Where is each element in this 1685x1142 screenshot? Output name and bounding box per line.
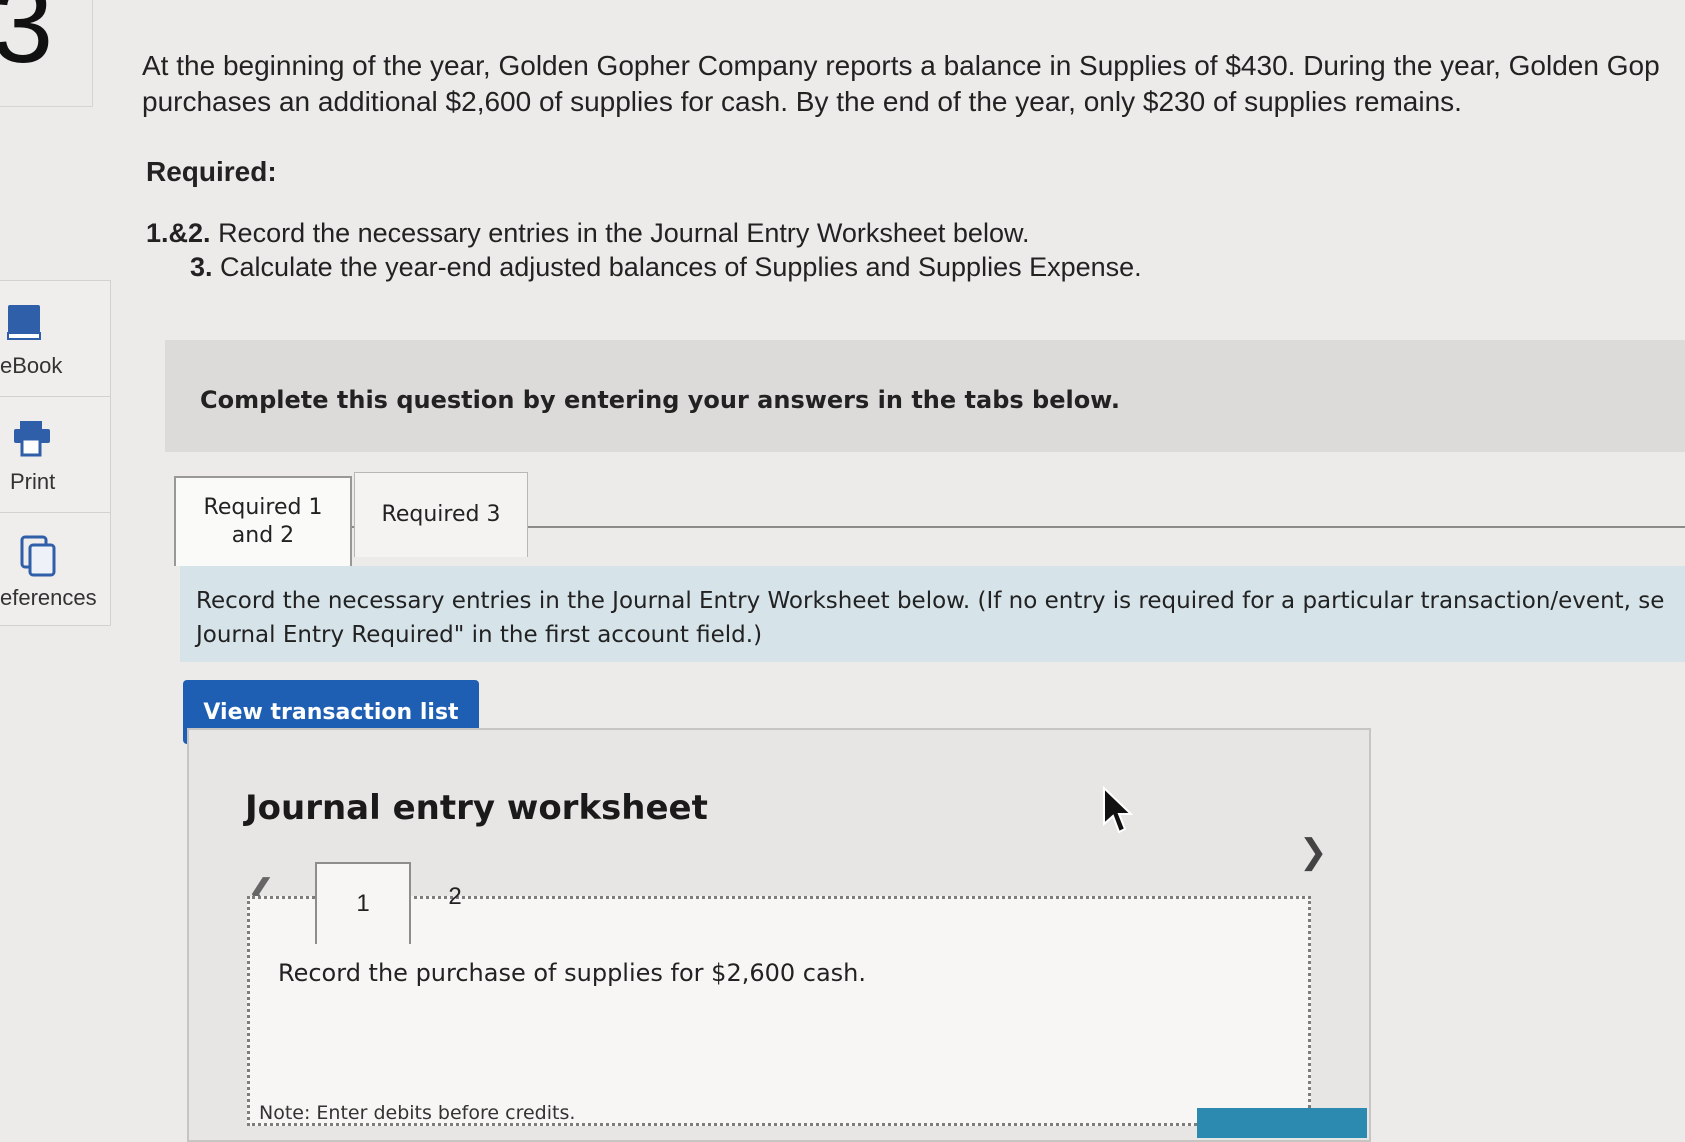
sidebar-item-print[interactable]: Print: [0, 396, 111, 513]
tab-label-line1: Required 1: [203, 495, 323, 520]
required-item-text: Record the necessary entries in the Jour…: [218, 218, 1030, 248]
transaction-description: Record the purchase of supplies for $2,6…: [278, 959, 867, 987]
tab-instruction-box: Record the necessary entries in the Jour…: [180, 566, 1685, 662]
instruction-text: Complete this question by entering your …: [200, 386, 1120, 414]
printer-icon: [14, 421, 50, 457]
sidebar-item-label: Print: [10, 469, 56, 494]
tab-required-1-and-2[interactable]: Required 1 and 2: [174, 476, 352, 566]
required-heading: Required:: [146, 156, 277, 187]
tab-instruction-line-2: Journal Entry Required" in the first acc…: [196, 622, 763, 648]
problem-line-2: purchases an additional $2,600 of suppli…: [142, 86, 1462, 117]
sidebar-header: [0, 0, 93, 107]
problem-statement: At the beginning of the year, Golden Gop…: [142, 48, 1685, 120]
worksheet-page-tab-2[interactable]: 2: [425, 872, 485, 922]
sidebar-item-label: eBook: [0, 353, 63, 378]
tab-label: Required 3: [381, 502, 501, 527]
instruction-banner: Complete this question by entering your …: [165, 340, 1685, 452]
worksheet-title: Journal entry worksheet: [245, 788, 708, 828]
record-entry-button-edge[interactable]: [1197, 1108, 1367, 1138]
required-item-1: 1.&2. Record the necessary entries in th…: [146, 218, 1029, 249]
sidebar-item-label: eferences: [0, 585, 97, 610]
required-item-number: 3.: [190, 252, 213, 282]
worksheet-page-tab-1[interactable]: 1: [315, 862, 411, 944]
required-item-number: 1.&2.: [146, 218, 211, 248]
required-item-text: Calculate the year-end adjusted balances…: [220, 252, 1142, 282]
required-item-3: 3. Calculate the year-end adjusted balan…: [190, 252, 1142, 283]
sidebar-item-ebook[interactable]: eBook: [0, 280, 111, 397]
references-icon: [20, 535, 56, 577]
tab-instruction-line-1: Record the necessary entries in the Jour…: [196, 588, 1665, 614]
chevron-right-icon[interactable]: ❯: [1299, 832, 1328, 872]
mouse-cursor-icon: [1103, 786, 1134, 834]
tab-label-line2: and 2: [231, 523, 295, 548]
sidebar-item-references[interactable]: eferences: [0, 512, 111, 626]
tab-instruction-text: Record the necessary entries in the Jour…: [196, 584, 1685, 652]
book-icon: [7, 305, 41, 340]
problem-line-1: At the beginning of the year, Golden Gop…: [142, 50, 1660, 81]
tab-required-3[interactable]: Required 3: [354, 472, 528, 557]
journal-entry-worksheet: Journal entry worksheet ❮ ❯ Record the p…: [187, 728, 1371, 1142]
